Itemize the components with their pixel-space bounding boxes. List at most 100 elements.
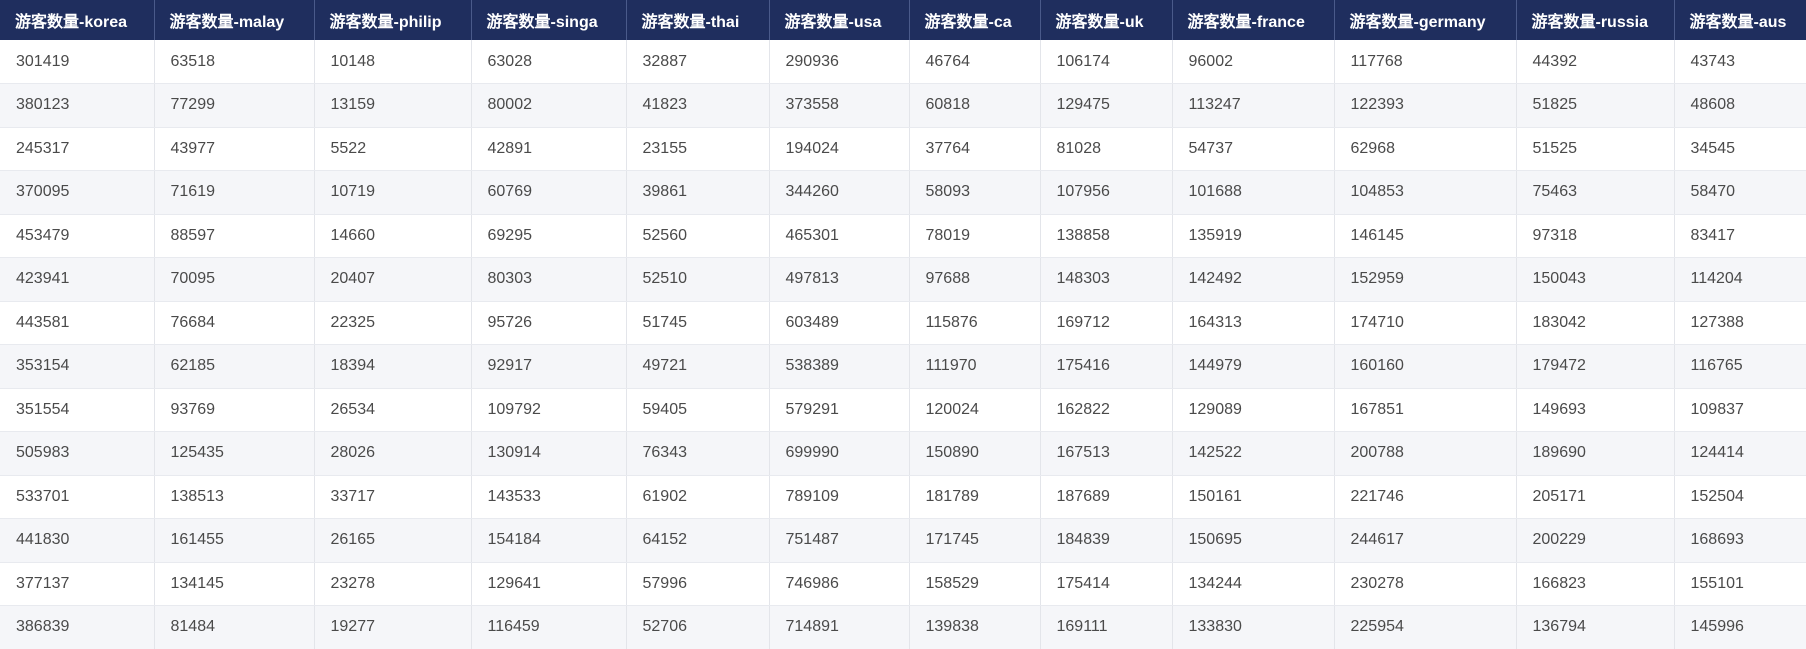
table-cell: 746986 bbox=[769, 562, 910, 606]
table-cell: 81028 bbox=[1040, 127, 1173, 171]
table-cell: 200788 bbox=[1334, 431, 1517, 476]
column-header[interactable]: 游客数量-philip bbox=[314, 0, 472, 40]
table-cell: 150695 bbox=[1172, 518, 1335, 563]
table-cell: 54737 bbox=[1172, 127, 1335, 171]
table-row[interactable]: 370095 71619 10719 60769 39861 344260 58093 107… bbox=[0, 170, 1806, 215]
table-cell: 158529 bbox=[909, 562, 1041, 606]
table-cell: 351554 bbox=[0, 388, 155, 432]
table-cell: 5522 bbox=[314, 127, 472, 171]
table-cell: 465301 bbox=[769, 214, 910, 258]
table-cell: 142492 bbox=[1172, 257, 1335, 302]
table-cell: 789109 bbox=[769, 475, 910, 519]
table-cell: 181789 bbox=[909, 475, 1041, 519]
table-cell: 51825 bbox=[1516, 83, 1675, 128]
table-cell: 70095 bbox=[154, 257, 315, 302]
table-row[interactable]: 453479 88597 14660 69295 52560 465301 78019 138… bbox=[0, 214, 1806, 258]
data-table-container: 游客数量-korea 游客数量-malay 游客数量-philip 游客数量-sing… bbox=[0, 0, 1806, 649]
table-cell: 380123 bbox=[0, 83, 155, 128]
table-row[interactable]: 386839 81484 19277 116459 52706 714891 139838 1… bbox=[0, 605, 1806, 649]
table-body: 301419 63518 10148 63028 32887 290936 46764 106… bbox=[0, 40, 1806, 649]
table-cell: 175416 bbox=[1040, 344, 1173, 389]
table-cell: 23155 bbox=[626, 127, 770, 171]
table-cell: 60769 bbox=[471, 170, 627, 215]
table-cell: 62185 bbox=[154, 344, 315, 389]
table-cell: 78019 bbox=[909, 214, 1041, 258]
table-cell: 109792 bbox=[471, 388, 627, 432]
table-cell: 109837 bbox=[1674, 388, 1806, 432]
table-cell: 142522 bbox=[1172, 431, 1335, 476]
column-header[interactable]: 游客数量-malay bbox=[154, 0, 315, 40]
table-cell: 136794 bbox=[1516, 605, 1675, 649]
table-cell: 19277 bbox=[314, 605, 472, 649]
table-cell: 373558 bbox=[769, 83, 910, 128]
table-cell: 423941 bbox=[0, 257, 155, 302]
column-header[interactable]: 游客数量-thai bbox=[626, 0, 770, 40]
table-row[interactable]: 443581 76684 22325 95726 51745 603489 115876 16… bbox=[0, 301, 1806, 345]
table-cell: 122393 bbox=[1334, 83, 1517, 128]
table-row[interactable]: 423941 70095 20407 80303 52510 497813 97688 148… bbox=[0, 257, 1806, 302]
column-header[interactable]: 游客数量-germany bbox=[1334, 0, 1517, 40]
table-row[interactable]: 505983 125435 28026 130914 76343 699990 150890… bbox=[0, 431, 1806, 476]
table-row[interactable]: 377137 134145 23278 129641 57996 746986 158529… bbox=[0, 562, 1806, 606]
table-cell: 162822 bbox=[1040, 388, 1173, 432]
column-header[interactable]: 游客数量-uk bbox=[1040, 0, 1173, 40]
table-cell: 187689 bbox=[1040, 475, 1173, 519]
table-cell: 129089 bbox=[1172, 388, 1335, 432]
table-cell: 171745 bbox=[909, 518, 1041, 563]
column-header[interactable]: 游客数量-aus bbox=[1674, 0, 1806, 40]
table-row[interactable]: 441830 161455 26165 154184 64152 751487 171745… bbox=[0, 518, 1806, 563]
table-cell: 130914 bbox=[471, 431, 627, 476]
column-header[interactable]: 游客数量-singa bbox=[471, 0, 627, 40]
table-cell: 152504 bbox=[1674, 475, 1806, 519]
table-cell: 155101 bbox=[1674, 562, 1806, 606]
table-cell: 579291 bbox=[769, 388, 910, 432]
table-cell: 113247 bbox=[1172, 83, 1335, 128]
column-header[interactable]: 游客数量-france bbox=[1172, 0, 1335, 40]
table-cell: 10719 bbox=[314, 170, 472, 215]
table-cell: 301419 bbox=[0, 40, 155, 84]
table-cell: 57996 bbox=[626, 562, 770, 606]
column-header[interactable]: 游客数量-korea bbox=[0, 0, 155, 40]
table-cell: 143533 bbox=[471, 475, 627, 519]
table-row[interactable]: 301419 63518 10148 63028 32887 290936 46764 106… bbox=[0, 40, 1806, 84]
table-cell: 184839 bbox=[1040, 518, 1173, 563]
table-cell: 52706 bbox=[626, 605, 770, 649]
table-cell: 33717 bbox=[314, 475, 472, 519]
table-cell: 48608 bbox=[1674, 83, 1806, 128]
table-cell: 290936 bbox=[769, 40, 910, 84]
table-row[interactable]: 353154 62185 18394 92917 49721 538389 111970 17… bbox=[0, 344, 1806, 389]
table-cell: 344260 bbox=[769, 170, 910, 215]
table-cell: 154184 bbox=[471, 518, 627, 563]
table-cell: 26534 bbox=[314, 388, 472, 432]
table-row[interactable]: 380123 77299 13159 80002 41823 373558 60818 129… bbox=[0, 83, 1806, 128]
table-cell: 497813 bbox=[769, 257, 910, 302]
table-cell: 63028 bbox=[471, 40, 627, 84]
table-cell: 114204 bbox=[1674, 257, 1806, 302]
table-row[interactable]: 533701 138513 33717 143533 61902 789109 181789… bbox=[0, 475, 1806, 519]
table-cell: 81484 bbox=[154, 605, 315, 649]
table-cell: 175414 bbox=[1040, 562, 1173, 606]
table-cell: 69295 bbox=[471, 214, 627, 258]
table-cell: 49721 bbox=[626, 344, 770, 389]
table-cell: 164313 bbox=[1172, 301, 1335, 345]
table-cell: 699990 bbox=[769, 431, 910, 476]
table-cell: 144979 bbox=[1172, 344, 1335, 389]
table-cell: 76684 bbox=[154, 301, 315, 345]
table-cell: 139838 bbox=[909, 605, 1041, 649]
column-header[interactable]: 游客数量-russia bbox=[1516, 0, 1675, 40]
column-header[interactable]: 游客数量-ca bbox=[909, 0, 1041, 40]
table-cell: 52560 bbox=[626, 214, 770, 258]
table-cell: 244617 bbox=[1334, 518, 1517, 563]
table-row[interactable]: 245317 43977 5522 42891 23155 194024 37764 8102… bbox=[0, 127, 1806, 171]
table-cell: 95726 bbox=[471, 301, 627, 345]
table-cell: 60818 bbox=[909, 83, 1041, 128]
table-cell: 37764 bbox=[909, 127, 1041, 171]
table-cell: 225954 bbox=[1334, 605, 1517, 649]
table-cell: 146145 bbox=[1334, 214, 1517, 258]
table-cell: 116459 bbox=[471, 605, 627, 649]
table-cell: 106174 bbox=[1040, 40, 1173, 84]
table-row[interactable]: 351554 93769 26534 109792 59405 579291 120024 1… bbox=[0, 388, 1806, 432]
table-cell: 443581 bbox=[0, 301, 155, 345]
column-header[interactable]: 游客数量-usa bbox=[769, 0, 910, 40]
table-cell: 533701 bbox=[0, 475, 155, 519]
